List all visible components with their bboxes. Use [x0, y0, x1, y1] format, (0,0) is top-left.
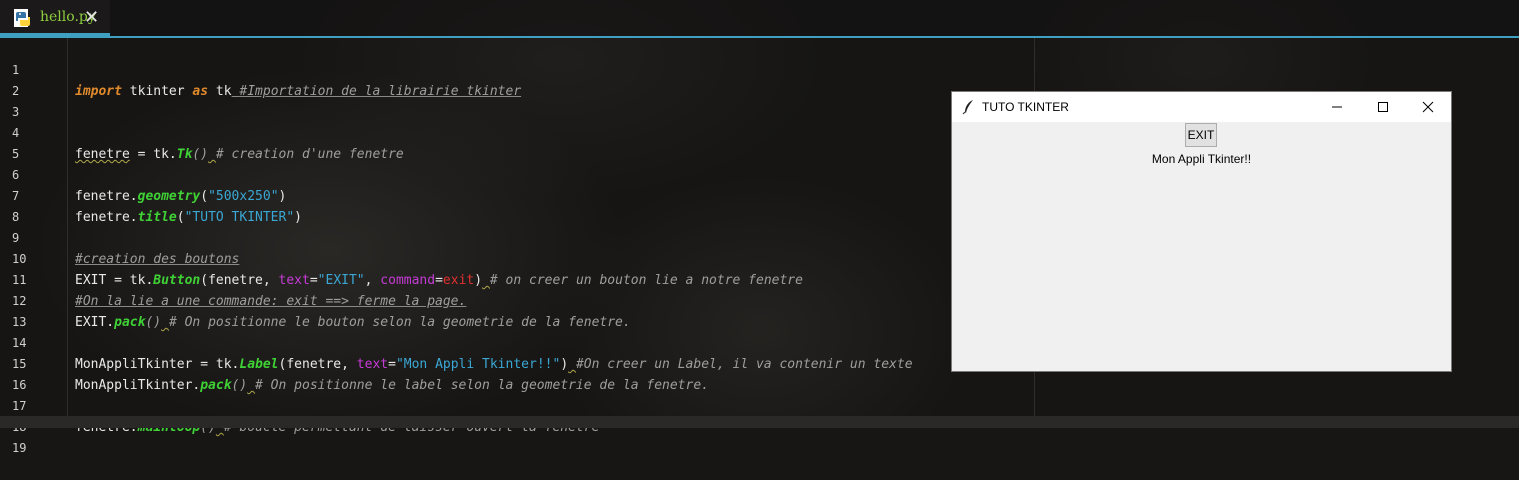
- code-line: 1 import tkinter as tk #Importation de l…: [0, 39, 1519, 99]
- tab-hello-py[interactable]: hello.py ✕: [0, 0, 110, 36]
- python-file-icon: [14, 9, 30, 27]
- window-close-icon: [1422, 101, 1434, 113]
- code-line: 17 fenetre.mainloop() # boucle permettan…: [0, 375, 1519, 435]
- minimize-button[interactable]: [1314, 92, 1360, 122]
- exit-button[interactable]: EXIT: [1185, 123, 1217, 147]
- tab-bar: [0, 0, 1519, 36]
- code-line: 18: [0, 396, 1519, 434]
- feather-icon: [962, 100, 973, 115]
- tkinter-window[interactable]: TUTO TKINTER EXIT Mon Appli Tkinter!!: [951, 91, 1452, 372]
- window-title: TUTO TKINTER: [982, 100, 1069, 114]
- line-number: 19: [12, 441, 27, 455]
- maximize-icon: [1378, 102, 1388, 112]
- maximize-button[interactable]: [1360, 92, 1406, 122]
- close-icon[interactable]: ✕: [84, 7, 99, 28]
- app-label: Mon Appli Tkinter!!: [1151, 152, 1252, 166]
- tab-bar-accent-line: [0, 36, 1519, 38]
- code-line: 2: [0, 60, 1519, 98]
- minimize-icon: [1332, 106, 1342, 108]
- window-close-button[interactable]: [1405, 92, 1451, 122]
- window-title-bar[interactable]: TUTO TKINTER: [952, 92, 1451, 122]
